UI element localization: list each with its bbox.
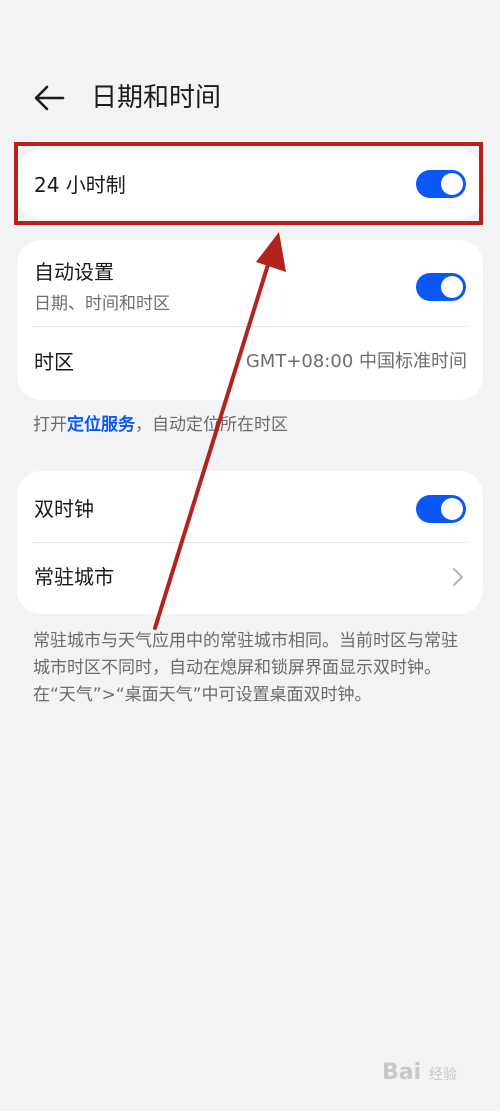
watermark-logo: Bai 经验 [382, 1060, 457, 1085]
row-dual-clock[interactable]: 双时钟 [17, 471, 483, 542]
location-service-link[interactable]: 定位服务 [67, 415, 135, 435]
auto-settings-label: 自动设置 [34, 260, 114, 284]
row-auto-settings[interactable]: 自动设置 日期、时间和时区 [17, 240, 483, 326]
annotation-highlight-box [14, 142, 483, 225]
toggle-auto-settings[interactable] [416, 273, 466, 301]
watermark-sub: 经验 [428, 1067, 457, 1083]
app-header: 日期和时间 [0, 70, 500, 126]
hint-suffix: ，自动定位所在时区 [135, 415, 288, 435]
row-timezone[interactable]: 时区 GMT+08:00 中国标准时间 [17, 327, 483, 400]
card-auto-settings: 自动设置 日期、时间和时区 时区 GMT+08:00 中国标准时间 [17, 240, 483, 400]
toggle-knob [441, 276, 463, 298]
hint-prefix: 打开 [33, 415, 67, 435]
chevron-right-icon [453, 568, 463, 586]
dual-clock-label: 双时钟 [34, 497, 94, 521]
arrow-left-icon[interactable] [30, 82, 70, 114]
toggle-dual-clock[interactable] [416, 495, 466, 523]
card-dual-clock: 双时钟 常驻城市 [17, 471, 483, 614]
location-hint: 打开定位服务，自动定位所在时区 [33, 413, 288, 437]
row-resident-city[interactable]: 常驻城市 [17, 543, 483, 614]
auto-settings-sub: 日期、时间和时区 [34, 294, 170, 314]
page-title: 日期和时间 [91, 83, 222, 113]
watermark-text: Bai [382, 1060, 422, 1085]
dual-clock-note: 常驻城市与天气应用中的常驻城市相同。当前时区与常驻城市时区不同时，自动在熄屏和锁… [33, 631, 458, 705]
timezone-label: 时区 [34, 350, 74, 374]
toggle-knob [441, 498, 463, 520]
timezone-value: GMT+08:00 中国标准时间 [245, 351, 467, 372]
resident-city-label: 常驻城市 [34, 565, 114, 589]
